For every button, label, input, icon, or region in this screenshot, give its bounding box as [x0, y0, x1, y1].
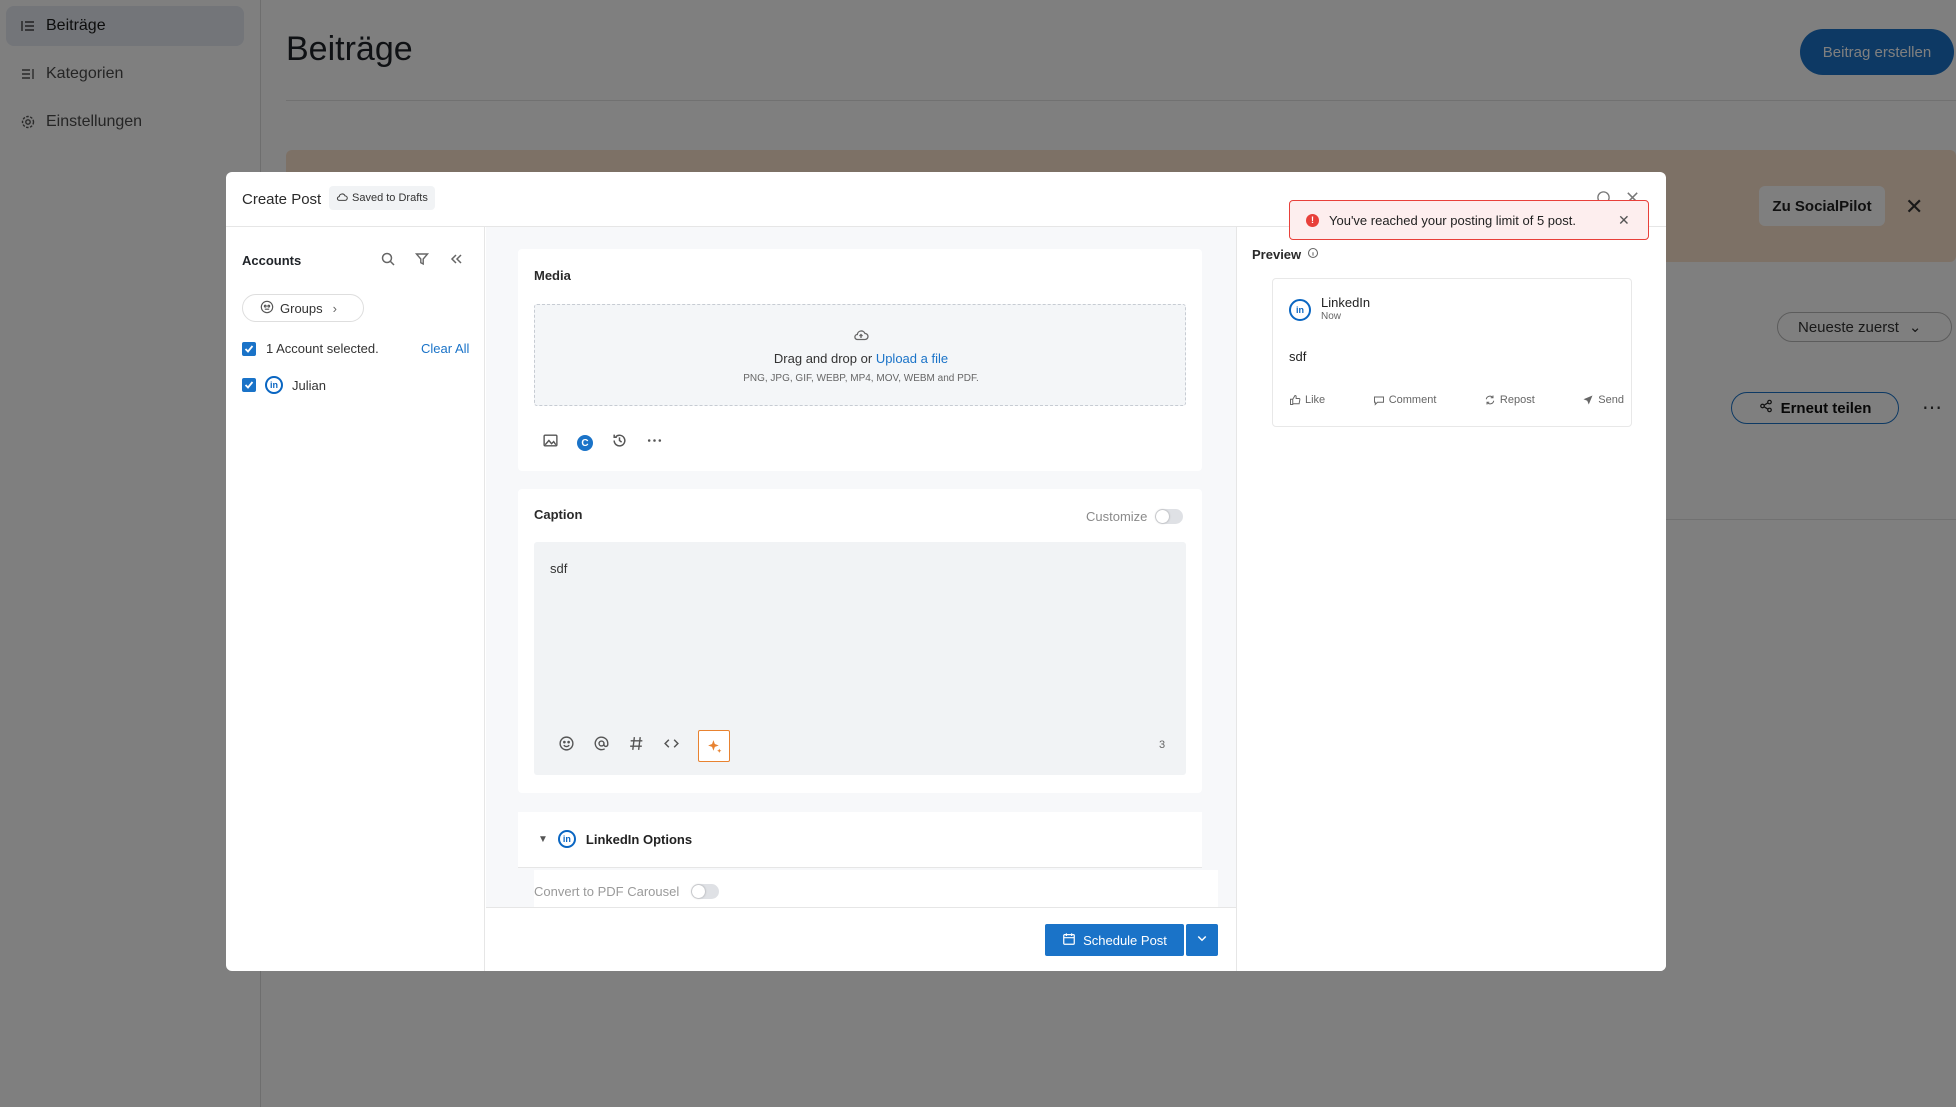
filter-icon[interactable]: [414, 251, 430, 272]
modal-title: Create Post: [242, 191, 322, 208]
comment-label: Comment: [1388, 394, 1437, 406]
ai-assistant-icon[interactable]: [698, 730, 730, 762]
canva-icon[interactable]: C: [577, 435, 593, 451]
preview-account-name: LinkedIn: [1321, 295, 1371, 310]
media-dropzone[interactable]: Drag and drop or Upload a file PNG, JPG,…: [534, 304, 1186, 406]
caret-down-icon: ▼: [538, 833, 548, 845]
schedule-post-button[interactable]: Schedule Post: [1045, 924, 1184, 956]
supported-formats: PNG, JPG, GIF, WEBP, MP4, MOV, WEBM and …: [743, 373, 979, 384]
accounts-pane: Accounts Groups › 1 Account selected. Cl…: [226, 227, 485, 971]
send-label: Send: [1598, 394, 1624, 406]
cloud-upload-icon: [853, 327, 869, 348]
accounts-title: Accounts: [242, 253, 302, 268]
groups-label: Groups: [280, 300, 323, 316]
error-icon: !: [1306, 213, 1319, 227]
cloud-icon: [336, 191, 348, 206]
customize-toggle[interactable]: [1155, 509, 1184, 524]
select-all-checkbox[interactable]: [242, 341, 256, 356]
account-name: Julian: [292, 377, 326, 393]
hashtag-icon[interactable]: [628, 735, 645, 757]
linkedin-options-header[interactable]: ▼ in LinkedIn Options: [518, 812, 1202, 868]
dropzone-text: Drag and drop or Upload a file: [535, 351, 1187, 366]
repost-label: Repost: [1499, 394, 1535, 406]
accounts-tools: [380, 251, 464, 272]
comment-action: Comment: [1373, 394, 1437, 406]
clear-all-link[interactable]: Clear All: [421, 341, 469, 356]
linkedin-icon: in: [557, 830, 576, 848]
create-post-modal: Create Post Saved to Drafts Accounts Gro…: [226, 172, 1666, 971]
repost-action: Repost: [1484, 394, 1535, 406]
preview-title: Preview: [1252, 247, 1302, 262]
emoji-icon[interactable]: [558, 735, 575, 757]
chevron-down-icon: [1196, 931, 1208, 949]
editor-pane: Media Drag and drop or Upload a file PNG…: [486, 227, 1491, 971]
drop-text: Drag and drop or: [773, 351, 873, 366]
pdf-carousel-row: Convert to PDF Carousel: [534, 870, 1218, 912]
like-action: Like: [1289, 394, 1325, 406]
chevron-right-icon: ›: [332, 300, 337, 316]
customize-label: Customize: [1086, 509, 1148, 524]
preview-title-row: Preview: [1252, 247, 1319, 262]
search-icon[interactable]: [380, 251, 396, 272]
more-options-icon[interactable]: [646, 432, 663, 454]
media-tools: C: [542, 432, 663, 454]
groups-button[interactable]: Groups ›: [242, 294, 364, 322]
linkedin-options-row: ▼ in LinkedIn Options: [538, 830, 692, 848]
editor-footer: Schedule Post: [486, 907, 1236, 971]
linkedin-options-title: LinkedIn Options: [585, 831, 693, 847]
image-library-icon[interactable]: [542, 432, 559, 454]
pdf-carousel-toggle[interactable]: [691, 883, 720, 899]
schedule-dropdown-button[interactable]: [1186, 924, 1218, 956]
caption-tools: [558, 730, 730, 762]
preview-text: sdf: [1289, 349, 1307, 364]
account-checkbox[interactable]: [242, 378, 256, 392]
customize-toggle-row[interactable]: Customize: [1086, 509, 1184, 524]
draft-status-badge: Saved to Drafts: [329, 186, 435, 210]
error-toast: ! You've reached your posting limit of 5…: [1289, 200, 1649, 240]
linkedin-avatar-icon: in: [1289, 299, 1311, 321]
caption-card: Caption Customize sdf 3: [518, 489, 1202, 793]
caption-text: sdf: [550, 561, 568, 576]
groups-icon: [260, 300, 274, 317]
account-item[interactable]: in Julian: [242, 376, 326, 394]
preview-pane: Preview in LinkedIn Now sdf Like Comment…: [1236, 227, 1666, 971]
pdf-carousel-label: Convert to PDF Carousel: [534, 883, 680, 899]
info-icon[interactable]: [1307, 247, 1319, 262]
mention-icon[interactable]: [593, 735, 610, 757]
upload-file-link[interactable]: Upload a file: [876, 351, 948, 366]
media-title: Media: [534, 268, 571, 283]
linkedin-icon: in: [265, 376, 283, 394]
schedule-label: Schedule Post: [1083, 932, 1167, 948]
media-card: Media Drag and drop or Upload a file PNG…: [518, 249, 1202, 471]
calendar-icon: [1062, 932, 1076, 949]
history-icon[interactable]: [611, 432, 628, 454]
preview-actions: Like Comment Repost Send: [1289, 394, 1624, 406]
draft-label: Saved to Drafts: [352, 192, 428, 204]
selected-count: 1 Account selected.: [266, 341, 379, 356]
post-preview-card: in LinkedIn Now sdf Like Comment Repost …: [1272, 278, 1632, 427]
character-count: 3: [1159, 739, 1166, 751]
send-action: Send: [1582, 394, 1624, 406]
caption-title: Caption: [534, 507, 583, 522]
toast-message: You've reached your posting limit of 5 p…: [1329, 212, 1576, 228]
preview-timestamp: Now: [1321, 311, 1342, 322]
code-icon[interactable]: [663, 735, 680, 757]
collapse-icon[interactable]: [448, 251, 464, 272]
close-icon[interactable]: ✕: [1618, 212, 1630, 229]
caption-textarea[interactable]: sdf 3: [534, 542, 1186, 775]
select-all-row[interactable]: 1 Account selected.: [242, 341, 379, 356]
like-label: Like: [1305, 394, 1326, 406]
